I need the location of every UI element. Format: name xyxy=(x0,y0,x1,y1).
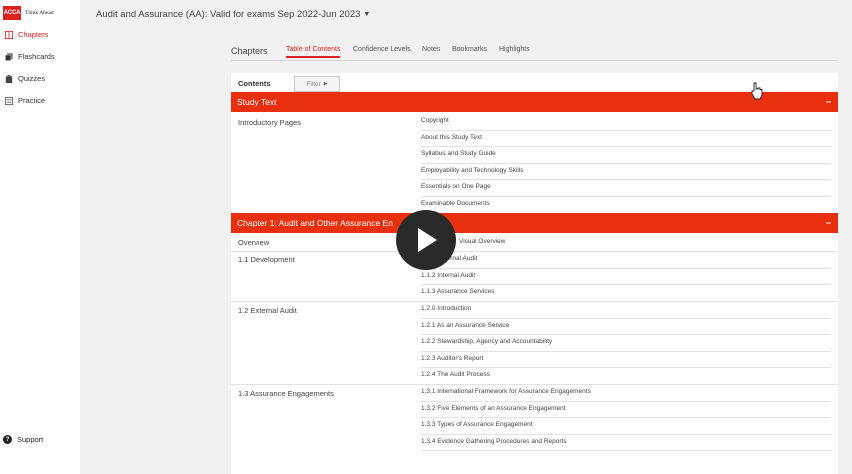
toc-item[interactable]: 1.1.2 Internal Audit xyxy=(421,269,831,285)
course-selector[interactable]: Audit and Assurance (AA): Valid for exam… xyxy=(96,9,370,20)
sidebar-item-practice[interactable]: Practice xyxy=(5,96,45,105)
section-title: Study Text xyxy=(237,97,277,107)
group-label: Introductory Pages xyxy=(238,118,301,127)
sidebar-item-label: Chapters xyxy=(18,30,49,39)
toc-item[interactable]: 1.2.1 As an Assurance Service xyxy=(421,319,831,335)
sidebar-item-flashcards[interactable]: Flashcards xyxy=(5,52,55,61)
toc-item[interactable]: 1.2.4 The Audit Process xyxy=(421,368,831,385)
contents-panel: Contents Filter ▶ Study Text − Introduct… xyxy=(231,73,838,474)
course-title: Audit and Assurance (AA): Valid for exam… xyxy=(96,9,361,20)
support-label: Support xyxy=(17,435,44,444)
toc-item[interactable]: 1.2.3 Auditor's Report xyxy=(421,352,831,368)
sidebar-item-label: Practice xyxy=(18,96,46,105)
filter-button[interactable]: Filter ▶ xyxy=(294,76,340,92)
contents-label: Contents xyxy=(238,79,271,88)
toc-item[interactable]: 1.3.4 Evidence Gathering Procedures and … xyxy=(421,435,831,451)
section-title: Chapter 1: Audit and Other Assurance En xyxy=(237,218,393,228)
brand[interactable]: ACCA Think Ahead xyxy=(3,6,54,20)
support-link[interactable]: ? Support xyxy=(3,435,43,444)
acca-logo: ACCA xyxy=(3,6,21,20)
toc-item[interactable]: About this Study Text xyxy=(421,131,831,147)
video-play-button[interactable] xyxy=(396,210,456,270)
tab-table-of-contents[interactable]: Table of Contents xyxy=(286,46,341,58)
toc-item[interactable]: 1.2.2 Stewardship, Agency and Accountabi… xyxy=(421,335,831,352)
collapse-icon[interactable]: − xyxy=(826,97,831,107)
play-icon xyxy=(418,228,437,252)
brand-tagline: Think Ahead xyxy=(25,10,54,16)
caret-right-icon: ▶ xyxy=(323,81,328,87)
toc-item[interactable]: 1.2.0 Introduction xyxy=(421,302,831,319)
toc-item[interactable]: Visual Overview xyxy=(421,235,831,252)
sidebar-item-label: Flashcards xyxy=(18,52,55,61)
toc-item[interactable]: 1.1.3 Assurance Services xyxy=(421,285,831,302)
tab-notes[interactable]: Notes xyxy=(422,46,440,53)
hand-cursor-icon xyxy=(751,82,763,100)
toc-item[interactable]: Employability and Technology Skills xyxy=(421,164,831,180)
toc-item[interactable]: Examinable Documents xyxy=(421,197,831,214)
toc-item[interactable]: Syllabus and Study Guide xyxy=(421,147,831,164)
book-icon xyxy=(5,30,13,39)
toc-item[interactable]: 1.3.2 Five Elements of an Assurance Enga… xyxy=(421,402,831,418)
group-label: 1.3 Assurance Engagements xyxy=(238,389,334,398)
tab-bookmarks[interactable]: Bookmarks xyxy=(452,46,487,53)
toc-item[interactable]: 1.3.3 Types of Assurance Engagement xyxy=(421,418,831,435)
toc-item[interactable]: 1.3.1 International Framework for Assura… xyxy=(421,385,831,402)
collapse-icon[interactable]: − xyxy=(826,218,831,228)
section-header-chapter-1[interactable]: Chapter 1: Audit and Other Assurance En … xyxy=(231,213,838,233)
clipboard-icon xyxy=(5,74,13,83)
top-bar: Audit and Assurance (AA): Valid for exam… xyxy=(80,0,852,28)
caret-down-icon: ▼ xyxy=(363,11,371,18)
sidebar-item-chapters[interactable]: Chapters xyxy=(5,30,48,39)
toc-item[interactable]: Essentials on One Page xyxy=(421,180,831,197)
help-icon: ? xyxy=(3,435,12,444)
toc-item[interactable]: 1.1.1 External Audit xyxy=(421,252,831,269)
sidebar: ACCA Think Ahead Chapters Flashcards Qui… xyxy=(0,0,80,474)
section-header-study-text[interactable]: Study Text − xyxy=(231,92,838,112)
filter-label: Filter xyxy=(306,80,321,88)
chapter-tabs: Chapters Table of Contents Confidence Le… xyxy=(231,44,838,61)
sidebar-item-quizzes[interactable]: Quizzes xyxy=(5,74,45,83)
group-label: 1.1 Development xyxy=(238,255,295,264)
flashcards-icon xyxy=(5,52,13,61)
group-label: 1.2 External Audit xyxy=(238,306,297,315)
tab-highlights[interactable]: Highlights xyxy=(499,46,530,53)
toc-item[interactable]: Copyright xyxy=(421,114,831,131)
sidebar-item-label: Quizzes xyxy=(18,74,46,83)
group-label: Overview xyxy=(238,238,270,247)
practice-icon xyxy=(5,96,13,105)
page-title: Chapters xyxy=(231,46,268,56)
tab-confidence-levels[interactable]: Confidence Levels xyxy=(353,46,411,53)
